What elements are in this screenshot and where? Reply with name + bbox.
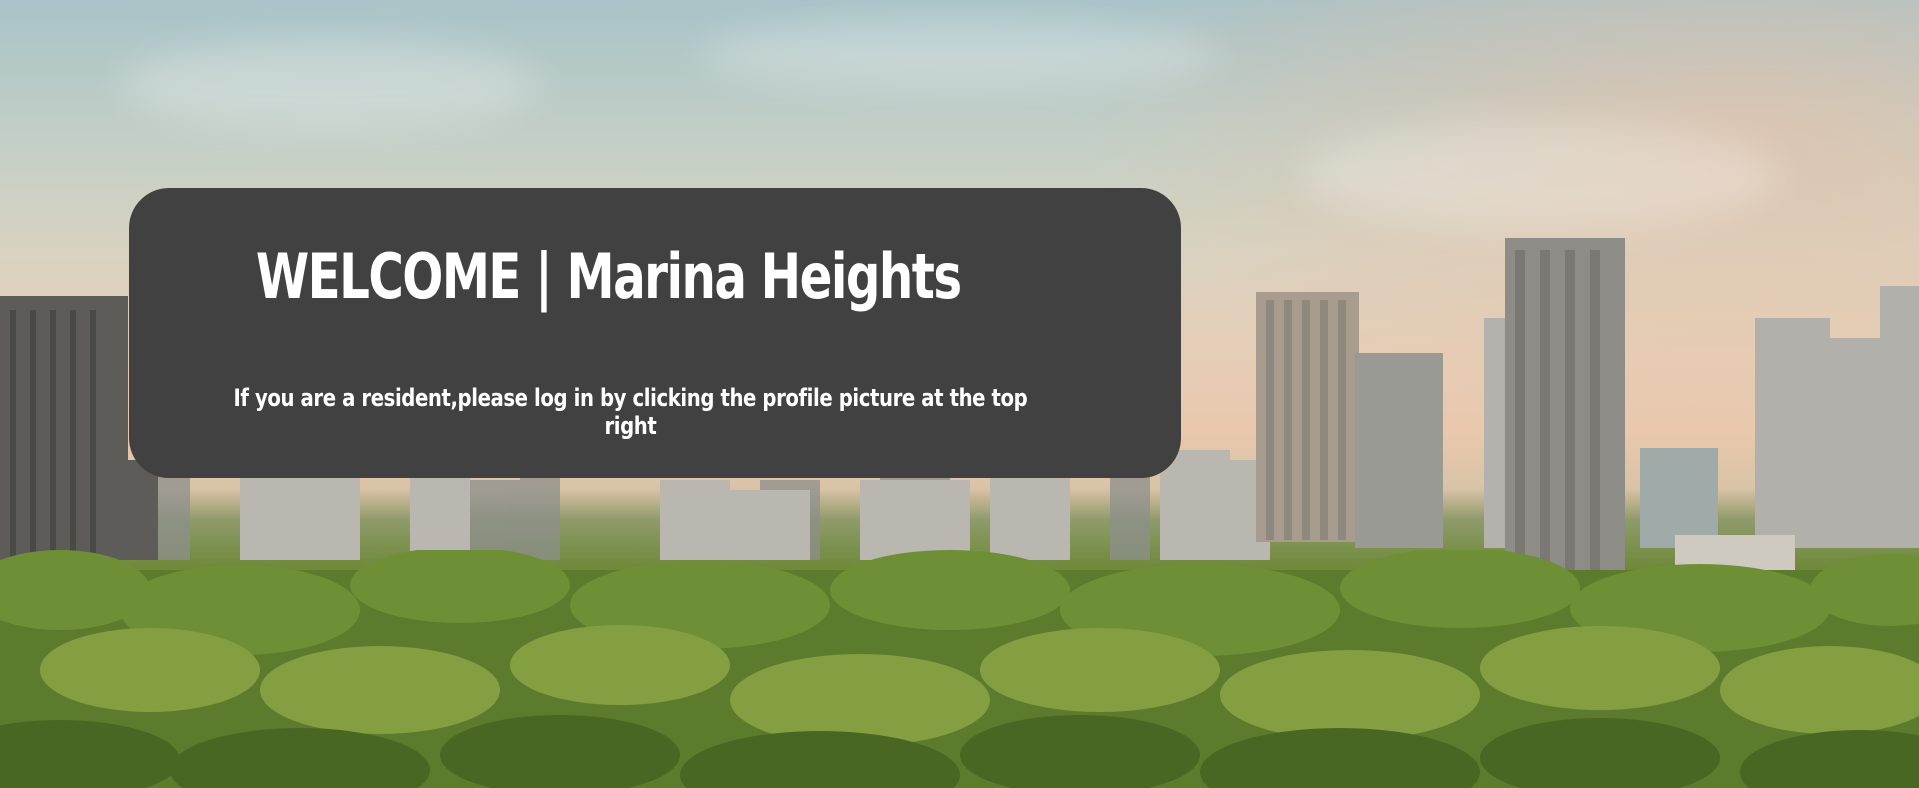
login-instruction-text: If you are a resident,please log in by c… [233,384,1028,440]
welcome-card: WELCOME | Marina Heights If you are a re… [129,188,1181,478]
hero-banner: WELCOME | Marina Heights If you are a re… [0,0,1919,788]
welcome-title: WELCOME | Marina Heights [255,240,962,313]
forest-canopy-image [0,550,1919,788]
